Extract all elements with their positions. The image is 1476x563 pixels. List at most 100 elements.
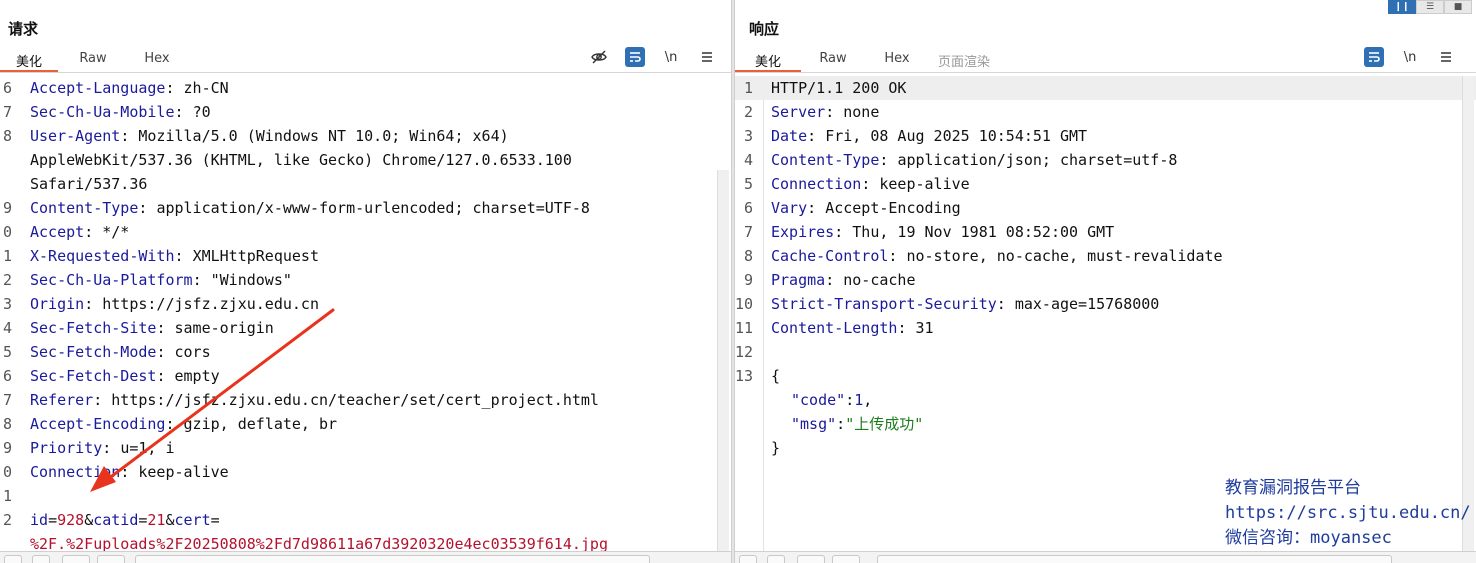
line-number: 10 bbox=[735, 295, 754, 313]
header-name: Connection bbox=[30, 463, 121, 481]
header-name: Accept bbox=[30, 223, 85, 241]
response-tab-pretty[interactable]: 美化 bbox=[735, 48, 801, 72]
response-line: 8 Cache-Control: no-store, no-cache, must… bbox=[735, 244, 1476, 268]
param-name: catid bbox=[93, 511, 139, 529]
json-brace: { bbox=[771, 367, 781, 385]
header-value: max-age=15768000 bbox=[1014, 295, 1160, 313]
wrap-lines-icon[interactable] bbox=[625, 47, 645, 67]
line-number: 7 bbox=[2, 103, 12, 121]
response-json-line: "msg":"上传成功" bbox=[791, 415, 924, 433]
layout-switcher: ❙❙ ☰ ■ bbox=[1388, 0, 1472, 14]
header-value: keep-alive bbox=[879, 175, 970, 193]
header-value: no-store, no-cache, must-revalidate bbox=[906, 247, 1223, 265]
single-pane-icon[interactable]: ■ bbox=[1444, 0, 1472, 14]
line-number: 2 bbox=[743, 103, 753, 121]
header-sep: : bbox=[84, 223, 103, 241]
header-value: "Windows" bbox=[210, 271, 292, 289]
line-number: 1 bbox=[743, 79, 753, 97]
line-number: 12 bbox=[735, 343, 754, 361]
json-value: "上传成功" bbox=[845, 415, 924, 433]
newline-toggle-button[interactable]: \n bbox=[1400, 47, 1420, 67]
header-value: gzip, deflate, br bbox=[183, 415, 338, 433]
header-sep: : bbox=[102, 439, 121, 457]
line-number: 9 bbox=[2, 439, 12, 457]
request-line: 6 Sec-Fetch-Dest: empty bbox=[0, 364, 731, 388]
header-value: Accept-Encoding bbox=[825, 199, 961, 217]
header-value: Fri, 08 Aug 2025 10:54:51 GMT bbox=[825, 127, 1088, 145]
line-number: 6 bbox=[743, 199, 753, 217]
header-name: User-Agent bbox=[30, 127, 121, 145]
response-line: 10 Strict-Transport-Security: max-age=157… bbox=[735, 292, 1476, 316]
response-tab-raw[interactable]: Raw bbox=[801, 48, 865, 72]
line-number: 6 bbox=[2, 367, 12, 385]
response-toolbar: \n bbox=[1364, 47, 1456, 67]
header-name: Sec-Fetch-Mode bbox=[30, 343, 157, 361]
wrap-lines-icon[interactable] bbox=[1364, 47, 1384, 67]
response-tab-render[interactable]: 页面渲染 bbox=[929, 48, 999, 72]
menu-icon[interactable] bbox=[697, 47, 717, 67]
header-name: Sec-Ch-Ua-Mobile bbox=[30, 103, 175, 121]
response-line: 12 bbox=[735, 340, 1476, 364]
line-number: 2 bbox=[2, 271, 12, 289]
header-value: AppleWebKit/537.36 (KHTML, like Gecko) C… bbox=[30, 151, 572, 169]
header-sep: : bbox=[156, 343, 175, 361]
response-line: 9 Pragma: no-cache bbox=[735, 268, 1476, 292]
line-number: 0 bbox=[2, 463, 12, 481]
json-brace: } bbox=[771, 439, 781, 457]
response-status-line: 1 HTTP/1.1 200 OK bbox=[735, 76, 1476, 100]
request-line: 6 Accept-Language: zh-CN bbox=[0, 76, 731, 100]
response-tab-hex[interactable]: Hex bbox=[865, 48, 929, 72]
request-scrollbar[interactable] bbox=[717, 170, 729, 551]
menu-icon[interactable] bbox=[1436, 47, 1456, 67]
response-json-open: 13 { bbox=[735, 364, 1476, 388]
header-value: cors bbox=[174, 343, 211, 361]
eye-slash-icon[interactable] bbox=[589, 47, 609, 67]
header-value: keep-alive bbox=[138, 463, 229, 481]
request-line: 1 X-Requested-With: XMLHttpRequest bbox=[0, 244, 731, 268]
request-tab-hex[interactable]: Hex bbox=[128, 48, 186, 72]
line-number: 4 bbox=[2, 319, 12, 337]
line-number: 11 bbox=[735, 319, 754, 337]
request-line: 9 Content-Type: application/x-www-form-ur… bbox=[0, 196, 731, 220]
header-value: no-cache bbox=[843, 271, 916, 289]
header-value: application/json; charset=utf-8 bbox=[897, 151, 1178, 169]
newline-toggle-button[interactable]: \n bbox=[661, 47, 681, 67]
request-line: Safari/537.36 bbox=[0, 172, 731, 196]
json-value: 1 bbox=[854, 391, 864, 409]
header-name: Expires bbox=[771, 223, 835, 241]
request-line: 4 Sec-Fetch-Site: same-origin bbox=[0, 316, 731, 340]
request-pane: 请求 美化 Raw Hex \n 6 Accept-Language: zh-CN… bbox=[0, 0, 731, 563]
header-value: Thu, 19 Nov 1981 08:52:00 GMT bbox=[852, 223, 1115, 241]
header-name: Sec-Ch-Ua-Platform bbox=[30, 271, 193, 289]
request-toolbar: \n bbox=[589, 47, 717, 67]
request-tab-raw[interactable]: Raw bbox=[58, 48, 128, 72]
request-line: 7 Sec-Ch-Ua-Mobile: ?0 bbox=[0, 100, 731, 124]
header-name: Accept-Encoding bbox=[30, 415, 166, 433]
request-line: 8 Accept-Encoding: gzip, deflate, br bbox=[0, 412, 731, 436]
header-sep: : bbox=[120, 127, 139, 145]
request-title: 请求 bbox=[8, 20, 39, 38]
header-name: Origin bbox=[30, 295, 85, 313]
request-line: 0 Connection: keep-alive bbox=[0, 460, 731, 484]
line-number: 0 bbox=[2, 223, 12, 241]
json-key: "code" bbox=[791, 391, 846, 409]
split-horizontal-icon[interactable]: ☰ bbox=[1416, 0, 1444, 14]
request-body-line: 2 id=928&catid=21&cert= bbox=[0, 508, 731, 532]
line-number: 8 bbox=[2, 127, 12, 145]
header-sep: : bbox=[93, 391, 112, 409]
request-editor[interactable]: 6 Accept-Language: zh-CN 7 Sec-Ch-Ua-Mobil… bbox=[0, 76, 731, 553]
request-line: 3 Origin: https://jsfz.zjxu.edu.cn bbox=[0, 292, 731, 316]
line-number: 3 bbox=[2, 295, 12, 313]
header-sep: : bbox=[192, 271, 211, 289]
request-tab-pretty[interactable]: 美化 bbox=[0, 48, 58, 72]
response-json-line: "code":1, bbox=[791, 391, 873, 409]
watermark-url: https://src.sjtu.edu.cn/ bbox=[1225, 503, 1471, 523]
request-line: 7 Referer: https://jsfz.zjxu.edu.cn/teach… bbox=[0, 388, 731, 412]
param-name: cert bbox=[174, 511, 211, 529]
header-value: https://jsfz.zjxu.edu.cn bbox=[102, 295, 319, 313]
split-vertical-icon[interactable]: ❙❙ bbox=[1388, 0, 1416, 14]
response-tabs-divider bbox=[735, 72, 1476, 73]
header-value: application/x-www-form-urlencoded; chars… bbox=[156, 199, 590, 217]
request-line: 9 Priority: u=1, i bbox=[0, 436, 731, 460]
header-name: Content-Type bbox=[30, 199, 139, 217]
